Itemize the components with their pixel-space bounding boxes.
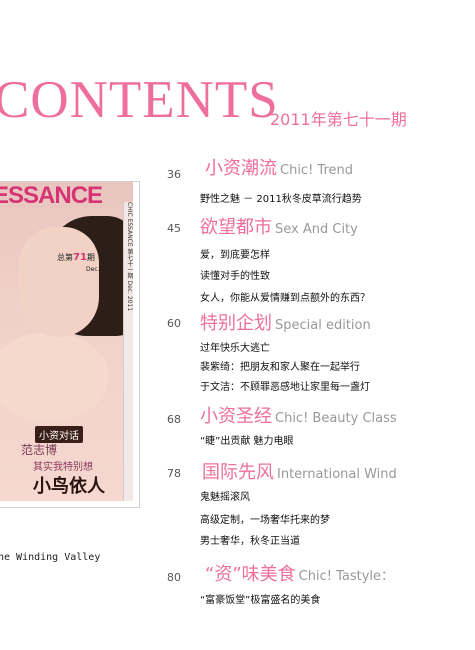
magazine-name: ESSANCE [0,182,103,209]
section-title-en: Chic! Trend [280,163,353,178]
section-title[interactable]: 小资圣经 Chic! Beauty Class [200,408,397,426]
section-title-en: Chic! Tastyle： [298,569,395,584]
issue-label: 2011年第七十一期 [270,110,407,129]
article-link[interactable]: 鬼魅摇滚风 [200,488,250,503]
section-title-cn: 特别企划 [200,313,272,334]
section-title-cn: 国际先风 [202,462,274,483]
contents-title: CONTENTS [0,71,279,129]
page-number: 45 [167,222,181,235]
section-title-cn: 小资圣经 [200,406,272,427]
article-link[interactable]: 裴紫绮：把朋友和家人聚在一起举行 [200,358,360,373]
section-title-en: Chic! Beauty Class [275,411,397,426]
section-title[interactable]: “资”味美食 Chic! Tastyle： [205,566,394,584]
section-title-en: Special edition [275,318,371,333]
article-link[interactable]: 读懂对手的性致 [200,267,270,282]
cover-caption: ne Winding Valley [0,552,101,563]
section-title[interactable]: 国际先风 International Wind [202,464,397,482]
section-title[interactable]: 小资潮流 Chic! Trend [205,160,353,178]
section-title-cn: 小资潮流 [205,158,277,179]
page-number: 36 [167,168,181,181]
spine-text: CHIC ESSANCE 第七十一期 Dec. 2011 [126,202,133,312]
article-link[interactable]: “睫”出贡献 魅力电眼 [200,432,294,447]
article-link[interactable]: 于文洁：不顾罪恶感地让家里每一盏灯 [200,378,370,393]
cover-face-shape [19,227,99,337]
article-link[interactable]: 爱，到底要怎样 [200,246,270,261]
section-title-cn: “资”味美食 [205,564,296,585]
article-link[interactable]: “富豪饭堂”极富盛名的美食 [200,591,320,606]
article-link[interactable]: 男士奢华，秋冬正当道 [200,532,300,547]
cover-quote: 其实我特别想 [33,462,93,473]
cover-issue-number: 总第71期 （下） [57,252,122,263]
page-number: 80 [167,571,181,584]
section-title-cn: 欲望都市 [200,217,272,238]
article-link[interactable]: 高级定制，一场奢华托来的梦 [200,511,330,526]
cover-shoulder-shape [0,332,109,422]
section-title[interactable]: 特别企划 Special edition [200,315,371,333]
section-title-en: Sex And City [275,222,358,237]
cover-image: ESSANCE 总第71期 （下） Dec. 2011 CHIC ESSANCE… [0,182,133,501]
cover-date: Dec. 2011 [86,266,117,273]
page-number: 68 [167,413,181,426]
page-number: 60 [167,317,181,330]
section-title[interactable]: 欲望都市 Sex And City [200,219,358,237]
page-number: 78 [167,467,181,480]
article-link[interactable]: 野性之魅 － 2011秋冬皮草流行趋势 [200,190,362,205]
cover-headline: 小鸟依人 [33,476,105,497]
article-link[interactable]: 女人，你能从爱情赚到点额外的东西？ [200,289,370,304]
section-title-en: International Wind [277,467,397,482]
cover-name: 范志博 [21,443,58,457]
magazine-cover[interactable]: ESSANCE 总第71期 （下） Dec. 2011 CHIC ESSANCE… [0,181,140,508]
cover-spine: CHIC ESSANCE 第七十一期 Dec. 2011 [123,202,133,501]
article-link[interactable]: 过年快乐大逃亡 [200,339,270,354]
